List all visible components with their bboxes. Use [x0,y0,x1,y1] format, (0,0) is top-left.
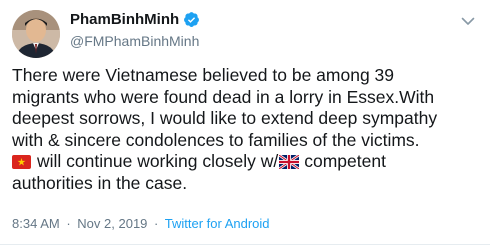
tweet-client-link[interactable]: Twitter for Android [165,216,270,231]
tweet-text-line: will continue working closely w/ compete… [12,151,482,173]
author-name-row: PhamBinhMinh [70,11,200,28]
tweet-date[interactable]: Nov 2, 2019 [77,216,147,231]
tweet-text: There were Vietnamese believed to be amo… [12,65,482,194]
author-display-name[interactable]: PhamBinhMinh [70,11,179,28]
tweet-card: PhamBinhMinh @FMPhamBinhMinh There were … [0,0,490,245]
meta-separator: · [154,216,159,231]
tweet-time[interactable]: 8:34 AM [12,216,60,231]
meta-separator: · [66,216,71,231]
tweet-text-line: migrants who were found dead in a lorry … [12,86,435,107]
vietnam-flag-icon [12,155,31,169]
chevron-down-icon[interactable] [461,16,475,26]
tweet-text-line: with & sincere condolences to families o… [12,129,420,150]
tweet-text-segment: competent [304,151,386,171]
tweet-meta: 8:34 AM · Nov 2, 2019 · Twitter for Andr… [12,216,270,231]
avatar-photo-icon [12,10,60,58]
tweet-text-line: authorities in the case. [12,172,188,193]
uk-flag-icon [279,155,300,169]
tweet-text-line: There were Vietnamese believed to be amo… [12,65,395,85]
tweet-text-segment: will continue working closely w/ [37,151,279,171]
tweet-text-line: deepest sorrows, I would like to extend … [12,108,438,128]
verified-badge-icon [183,11,200,28]
author-handle[interactable]: @FMPhamBinhMinh [70,33,199,49]
avatar[interactable] [12,10,60,58]
